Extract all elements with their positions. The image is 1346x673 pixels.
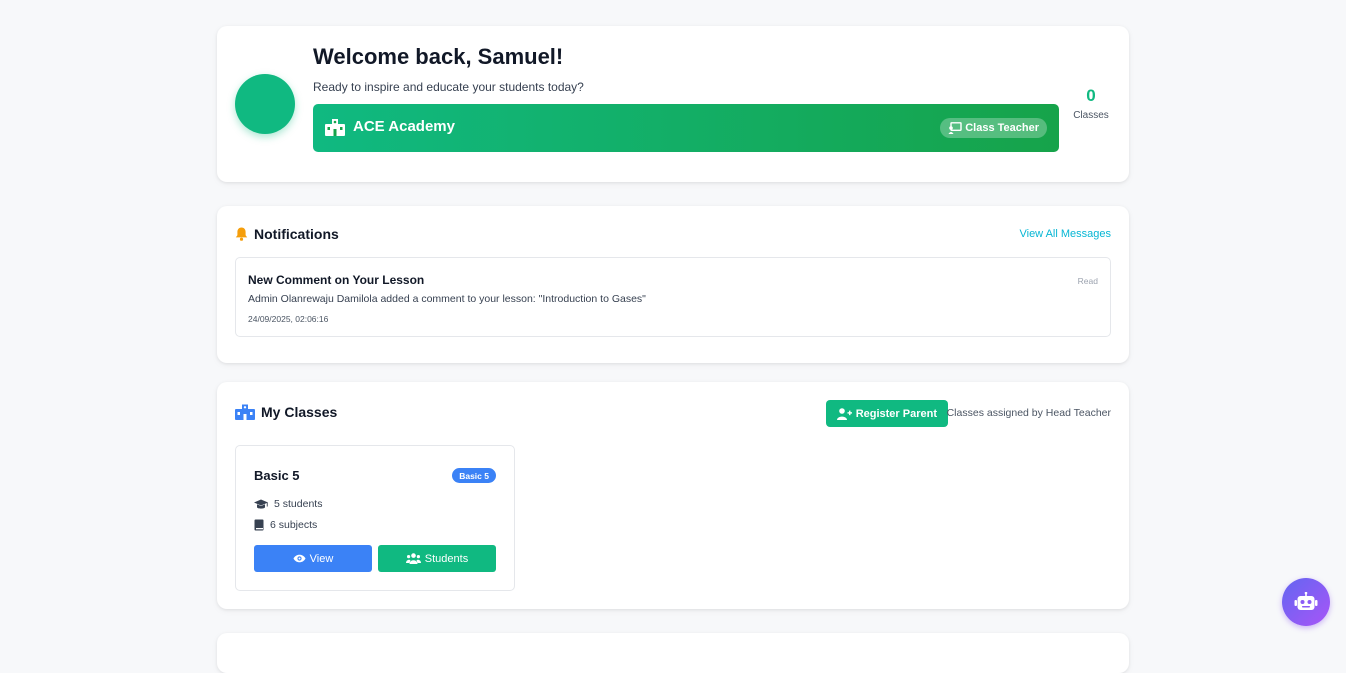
robot-icon xyxy=(1294,592,1318,612)
notification-title: New Comment on Your Lesson xyxy=(248,273,425,287)
welcome-title: Welcome back, Samuel! xyxy=(313,44,564,69)
chalkboard-teacher-icon xyxy=(948,122,962,134)
view-all-messages-link[interactable]: View All Messages xyxy=(1019,228,1111,240)
eye-icon xyxy=(293,554,306,563)
role-badge-label: Class Teacher xyxy=(965,122,1039,134)
school-icon xyxy=(325,118,345,136)
my-classes-header: My Classes xyxy=(235,404,337,420)
classes-count-label: Classes xyxy=(1073,110,1109,121)
view-class-button[interactable]: View xyxy=(254,545,372,572)
notification-timestamp: 24/09/2025, 02:06:16 xyxy=(248,314,329,324)
school-banner: ACE Academy Class Teacher xyxy=(313,104,1059,152)
notification-item[interactable]: New Comment on Your Lesson Admin Olanrew… xyxy=(235,257,1111,337)
classes-count: 0 xyxy=(1086,86,1096,105)
school-name: ACE Academy xyxy=(353,118,455,135)
class-subjects-count: 6 subjects xyxy=(254,519,317,531)
notification-body: Admin Olanrewaju Damilola added a commen… xyxy=(248,293,646,305)
next-section-card xyxy=(217,633,1129,673)
welcome-card: Welcome back, Samuel! Ready to inspire a… xyxy=(217,26,1129,182)
class-students-count: 5 students xyxy=(254,498,322,510)
role-badge: Class Teacher xyxy=(940,118,1047,138)
user-plus-icon xyxy=(836,407,852,420)
notification-status: Read xyxy=(1077,276,1098,286)
my-classes-card: My Classes Register Parent Classes assig… xyxy=(217,382,1129,609)
graduation-cap-icon xyxy=(254,499,268,510)
users-icon xyxy=(405,553,421,564)
school-icon xyxy=(235,404,255,420)
class-students-button[interactable]: Students xyxy=(378,545,496,572)
class-students-label: 5 students xyxy=(274,498,323,510)
class-name: Basic 5 xyxy=(254,468,300,483)
bell-icon xyxy=(235,227,248,241)
assistant-bot-button[interactable] xyxy=(1282,578,1330,626)
welcome-subtitle: Ready to inspire and educate your studen… xyxy=(313,80,584,94)
avatar[interactable] xyxy=(235,74,295,134)
book-icon xyxy=(254,519,264,531)
my-classes-title: My Classes xyxy=(261,404,338,420)
notifications-title: Notifications xyxy=(254,226,339,242)
class-subjects-label: 6 subjects xyxy=(270,519,318,531)
class-students-button-label: Students xyxy=(424,552,469,565)
notifications-card: Notifications View All Messages New Comm… xyxy=(217,206,1129,363)
class-card: Basic 5 Basic 5 5 students 6 subjects Vi… xyxy=(235,445,515,591)
register-parent-button[interactable]: Register Parent xyxy=(825,400,948,427)
register-parent-label: Register Parent xyxy=(855,407,937,420)
notifications-header: Notifications xyxy=(235,226,339,242)
assigned-note: Classes assigned by Head Teacher xyxy=(946,407,1111,419)
view-class-label: View xyxy=(309,552,334,565)
class-badge: Basic 5 xyxy=(452,468,496,483)
